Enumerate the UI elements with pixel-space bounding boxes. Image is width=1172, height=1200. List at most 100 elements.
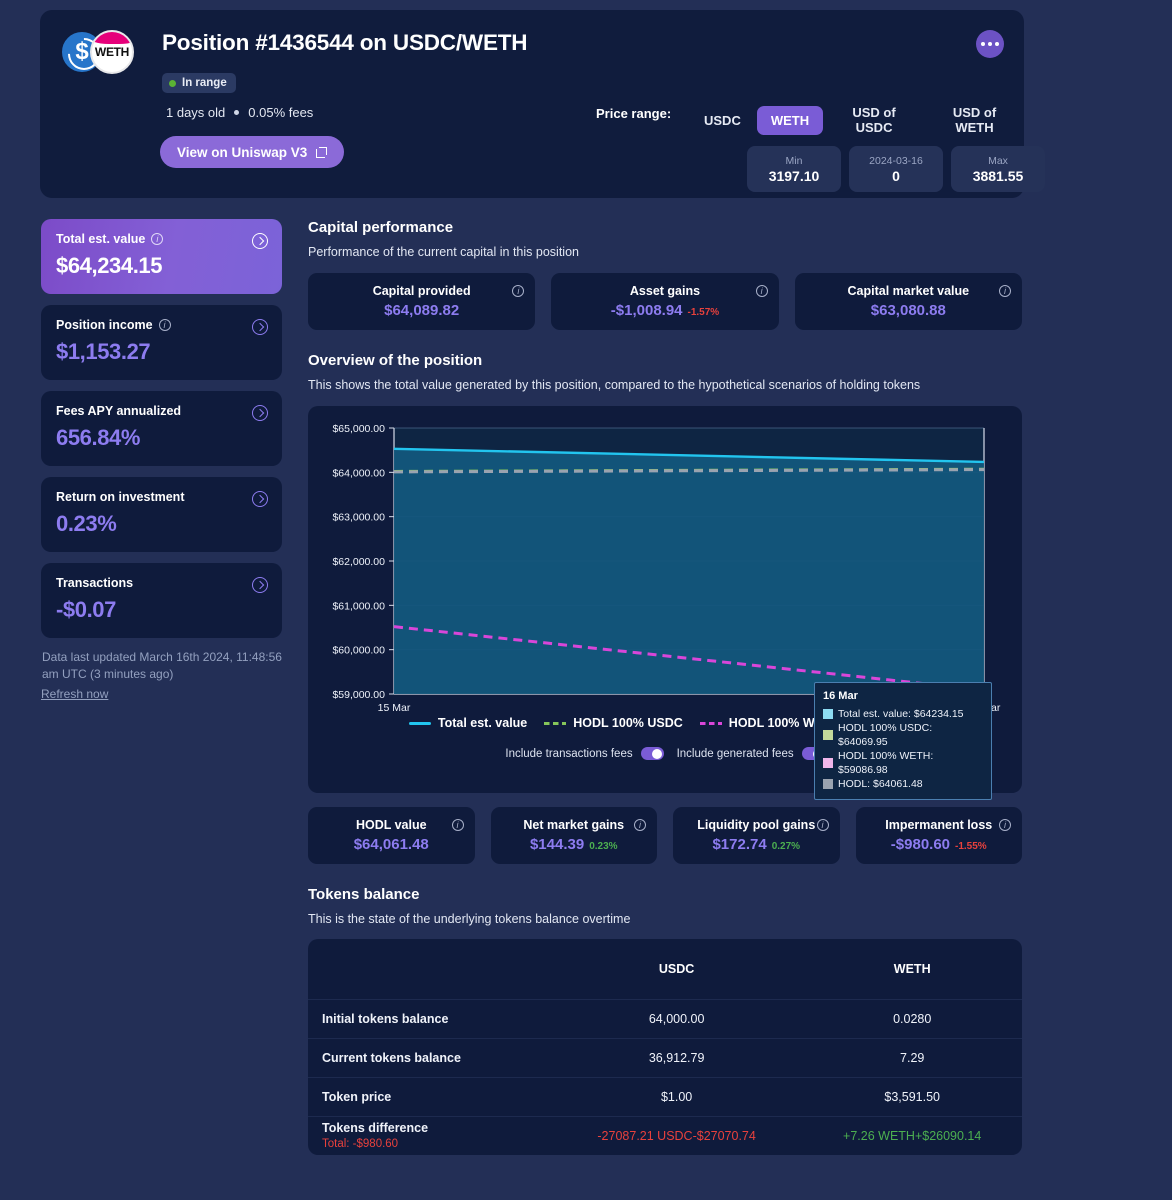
toggle-label: Include transactions fees [505,747,633,760]
weth-token-icon: WETH [90,30,134,74]
more-icon-dot [981,42,985,46]
tab-weth[interactable]: WETH [756,105,824,135]
svg-text:$60,000.00: $60,000.00 [332,645,385,657]
stat-card-capital-provided: Capital provided $64,089.82 i [308,273,536,330]
toggle-label: Include generated fees [676,747,794,760]
info-icon[interactable]: i [451,819,464,831]
legend-item-total-est-value[interactable]: Total est. value [408,716,527,730]
fee-tier: 0.05% fees [248,105,314,120]
price-range-tabs: USDC WETH USD of USDC USD of WETH [690,98,1024,142]
arrow-right-icon[interactable] [252,577,268,593]
row-total-text: Total: -$980.60 [322,1138,399,1151]
capital-performance-title: Capital performance [308,219,454,236]
stat-card-liquidity-pool-gains: Liquidity pool gains $172.74 0.27% i [673,807,840,864]
stat-amount: $63,080.88 [870,302,946,319]
cell-weth: $3,591.50 [802,1077,1022,1117]
status-badge-label: In range [182,77,227,89]
capital-performance-subtitle: Performance of the current capital in th… [308,245,579,259]
tab-usd-of-weth[interactable]: USD of WETH [925,98,1024,142]
metric-card-total-est-value[interactable]: Total est. value i $64,234.15 [41,219,282,294]
price-range-max: Max 3881.55 [951,146,1045,192]
stat-card-impermanent-loss: Impermanent loss -$980.60 -1.55% i [855,807,1022,864]
metric-card-transactions[interactable]: Transactions -$0.07 [41,563,282,638]
row-label-tokens-difference: Tokens difference Total: -$980.60 [308,1116,551,1155]
stat-amount: $144.39 [529,836,585,853]
cell-usdc: 36,912.79 [550,1038,803,1078]
more-options-button[interactable] [976,30,1004,58]
metric-value: -$0.07 [56,597,116,622]
metric-value: $64,234.15 [56,253,163,278]
toggle-generated-fees[interactable]: Include generated fees [677,747,825,760]
row-label: Initial tokens balance [308,999,551,1039]
column-header-usdc: USDC [550,939,803,1000]
arrow-right-icon[interactable] [252,233,268,249]
metric-label-text: Fees APY annualized [56,404,182,418]
stat-card-capital-market-value: Capital market value $63,080.88 i [794,273,1022,330]
stat-card-net-market-gains: Net market gains $144.39 0.23% i [490,807,657,864]
meta-separator-icon [234,110,240,115]
svg-text:$65,000.00: $65,000.00 [332,423,385,435]
metric-label: Position income i [56,318,267,332]
info-icon[interactable]: i [755,285,768,297]
legend-item-hodl-usdc[interactable]: HODL 100% USDC [544,716,683,730]
tooltip-row: HODL 100% USDC: $64069.95 [823,721,983,749]
stat-card-asset-gains: Asset gains -$1,008.94 -1.57% i [551,273,779,330]
stat-label: Net market gains [523,818,625,832]
tooltip-title: 16 Mar [823,690,858,702]
overview-line-chart[interactable]: $59,000.00 $60,000.00 $61,000.00 $62,000.00… [308,406,1022,726]
tooltip-swatch-icon [823,730,833,740]
info-icon[interactable]: i [151,233,164,245]
chart-canvas[interactable]: $59,000.00 $60,000.00 $61,000.00 $62,000.00… [308,406,1022,726]
arrow-right-icon[interactable] [252,405,268,421]
tooltip-row-label: HODL 100% USDC: $64069.95 [838,722,933,748]
toggle-transactions-fees[interactable]: Include transactions fees [505,747,664,760]
tab-usd-of-usdc[interactable]: USD of USDC [825,98,923,142]
status-badge: In range [162,73,236,93]
info-icon[interactable]: i [999,819,1011,831]
price-range-current-value: 0 [892,167,900,184]
hodl-stats-cards: HODL value $64,061.48 i Net market gains… [308,807,1022,864]
tokens-balance-table-wrap: USDC WETH Initial tokens balance 64,000.… [308,939,1022,1155]
stat-percent: 0.23% [589,841,618,852]
price-range-max-label: Max [988,154,1008,167]
capital-performance-cards: Capital provided $64,089.82 i Asset gain… [308,273,1022,330]
row-label: Current tokens balance [308,1038,551,1078]
external-link-icon [316,146,328,158]
row-label: Token price [308,1077,551,1117]
info-icon[interactable]: i [816,819,829,831]
tab-usdc[interactable]: USDC [690,106,755,135]
metric-card-roi[interactable]: Return on investment 0.23% [41,477,282,552]
stat-amount: $64,061.48 [353,836,429,853]
metric-label: Transactions [56,576,267,590]
info-icon[interactable]: i [512,285,525,297]
table-row: Initial tokens balance 64,000.00 0.0280 [308,999,1022,1039]
column-header-weth: WETH [802,939,1022,1000]
arrow-right-icon[interactable] [252,491,268,507]
refresh-now-link[interactable]: Refresh now [41,687,108,701]
svg-text:15 Mar: 15 Mar [378,702,411,714]
main-content: Capital performance Performance of the c… [308,219,1022,1155]
stat-label: HODL value [355,818,427,832]
view-on-uniswap-button[interactable]: View on Uniswap V3 [160,136,345,168]
arrow-right-icon[interactable] [252,319,268,335]
metric-label-text: Total est. value [56,232,146,246]
info-icon[interactable]: i [158,319,171,331]
stat-label: Impermanent loss [885,818,993,832]
metric-card-fees-apy[interactable]: Fees APY annualized 656.84% [41,391,282,466]
info-icon[interactable]: i [998,285,1011,297]
stat-value: $172.74 0.27% [712,836,800,853]
svg-text:$61,000.00: $61,000.00 [332,600,385,612]
stat-label: Asset gains [629,284,701,298]
metric-card-position-income[interactable]: Position income i $1,153.27 [41,305,282,380]
info-icon[interactable]: i [634,819,646,831]
toggle-switch[interactable] [640,747,664,760]
table-row: Tokens difference Total: -$980.60 -27087… [308,1116,1022,1155]
cell-usdc: -27087.21 USDC-$27070.74 [597,1128,756,1143]
stat-value: $63,080.88 [871,302,946,319]
price-range-min: Min 3197.10 [747,146,841,192]
metric-value: 0.23% [56,511,117,536]
position-overview-chart-panel: $59,000.00 $60,000.00 $61,000.00 $62,000.00… [308,406,1022,800]
position-dashboard: $ WETH Position #1436544 on USDC/WETH In… [0,0,1172,1200]
overview-subtitle: This shows the total value generated by … [308,378,921,392]
metric-label: Return on investment [56,490,267,504]
